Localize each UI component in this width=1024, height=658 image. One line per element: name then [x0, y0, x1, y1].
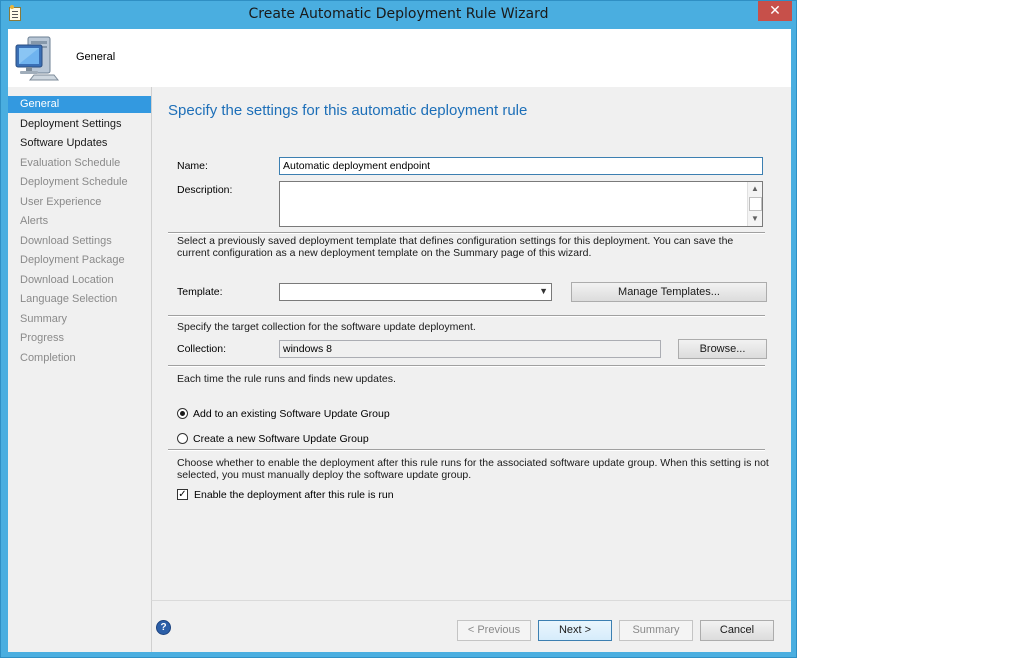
header-title: General: [76, 51, 116, 63]
wizard-client: General General Deployment Settings Soft…: [8, 29, 791, 652]
collection-field[interactable]: windows 8: [279, 340, 661, 358]
next-button[interactable]: Next >: [538, 620, 612, 641]
help-icon[interactable]: ?: [156, 620, 171, 635]
add-existing-group-label[interactable]: Add to an existing Software Update Group: [193, 408, 390, 420]
description-scrollbar[interactable]: ▲ ▼: [747, 182, 762, 226]
collection-description: Specify the target collection for the so…: [177, 321, 476, 333]
create-new-group-label[interactable]: Create a new Software Update Group: [193, 433, 369, 445]
cancel-button[interactable]: Cancel: [700, 620, 774, 641]
scroll-up-icon[interactable]: ▲: [748, 182, 762, 196]
sidebar-item-deployment-schedule: Deployment Schedule: [20, 176, 128, 188]
summary-button[interactable]: Summary: [619, 620, 693, 641]
template-description: Select a previously saved deployment tem…: [177, 235, 734, 259]
scroll-down-icon[interactable]: ▼: [748, 212, 762, 226]
description-input[interactable]: ▲ ▼: [279, 181, 763, 227]
rule-runs-text: Each time the rule runs and finds new up…: [177, 373, 396, 385]
name-input[interactable]: Automatic deployment endpoint: [279, 157, 763, 175]
separator: [168, 232, 765, 234]
sidebar-item-alerts: Alerts: [20, 215, 49, 227]
enable-description: Choose whether to enable the deployment …: [177, 457, 769, 481]
separator: [168, 365, 765, 367]
create-new-group-radio[interactable]: [177, 433, 188, 444]
browse-button[interactable]: Browse...: [678, 339, 767, 359]
sidebar-item-deployment-package: Deployment Package: [20, 254, 125, 266]
title-bar[interactable]: Create Automatic Deployment Rule Wizard …: [1, 1, 796, 29]
collection-label: Collection:: [177, 343, 227, 355]
sidebar-item-progress: Progress: [20, 332, 65, 344]
computer-icon: [15, 36, 60, 81]
wizard-sidebar: General Deployment Settings Software Upd…: [8, 87, 151, 652]
description-label: Description:: [177, 184, 233, 196]
enable-deployment-label[interactable]: Enable the deployment after this rule is…: [194, 489, 394, 501]
add-existing-group-radio[interactable]: [177, 408, 188, 419]
sidebar-item-general[interactable]: General: [8, 96, 151, 113]
wizard-header: General: [8, 29, 791, 87]
sidebar-item-language-selection: Language Selection: [20, 293, 118, 305]
template-select[interactable]: ▼: [279, 283, 552, 301]
sidebar-item-download-settings: Download Settings: [20, 235, 112, 247]
manage-templates-button[interactable]: Manage Templates...: [571, 282, 767, 302]
separator: [168, 315, 765, 317]
wizard-window: Create Automatic Deployment Rule Wizard …: [0, 0, 797, 658]
previous-button[interactable]: < Previous: [457, 620, 531, 641]
sidebar-item-completion: Completion: [20, 352, 76, 364]
name-label: Name:: [177, 160, 208, 172]
page-heading: Specify the settings for this automatic …: [168, 102, 528, 119]
sidebar-item-deployment-settings[interactable]: Deployment Settings: [8, 116, 151, 133]
wizard-footer: ? < Previous Next > Summary Cancel: [151, 600, 791, 652]
scroll-thumb[interactable]: [749, 197, 762, 211]
wizard-content: Specify the settings for this automatic …: [151, 87, 791, 600]
separator: [168, 449, 765, 451]
sidebar-item-evaluation-schedule: Evaluation Schedule: [20, 157, 121, 169]
close-button[interactable]: ✕: [758, 1, 792, 21]
sidebar-item-software-updates[interactable]: Software Updates: [8, 135, 151, 152]
sidebar-item-download-location: Download Location: [20, 274, 114, 286]
sidebar-item-user-experience: User Experience: [20, 196, 102, 208]
chevron-down-icon: ▼: [539, 286, 548, 296]
template-label: Template:: [177, 286, 223, 298]
window-title: Create Automatic Deployment Rule Wizard: [248, 6, 549, 22]
enable-deployment-checkbox[interactable]: ✓: [177, 489, 188, 500]
sidebar-item-summary: Summary: [20, 313, 68, 325]
